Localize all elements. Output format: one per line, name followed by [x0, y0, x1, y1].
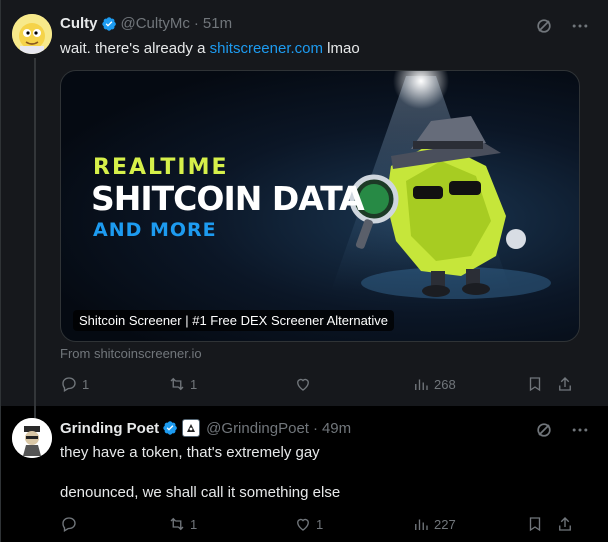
timestamp[interactable]: 49m: [322, 420, 351, 437]
repost-button[interactable]: 1: [168, 515, 294, 533]
share-button[interactable]: [556, 515, 578, 533]
like-button[interactable]: [294, 375, 412, 393]
avatar-culty[interactable]: [12, 14, 52, 54]
author-name[interactable]: Grinding Poet: [60, 420, 159, 437]
avatar-grinding-poet[interactable]: [12, 418, 52, 458]
heart-icon: [297, 518, 309, 531]
share-icon: [559, 517, 571, 531]
like-button[interactable]: 1: [294, 515, 412, 533]
author-name[interactable]: Culty: [60, 15, 98, 32]
card-headline-2: SHITCOIN DATA: [91, 179, 365, 218]
repost-count: 1: [190, 516, 198, 532]
tweet-header: Grinding Poet @GrindingPoet · 49m: [60, 419, 351, 437]
share-button[interactable]: [556, 375, 578, 393]
tweet-text-line-2: denounced, we shall call it something el…: [60, 484, 341, 501]
card-headline-3: AND MORE: [93, 219, 217, 241]
repost-icon: [170, 517, 184, 531]
more-options-icon[interactable]: [570, 420, 590, 440]
views-button[interactable]: 268: [412, 375, 526, 393]
reply-button[interactable]: [60, 515, 168, 533]
action-bar: 1 1 227: [60, 514, 578, 534]
reply-button[interactable]: 1: [60, 375, 168, 393]
view-count: 227: [434, 516, 456, 532]
author-handle[interactable]: @CultyMc: [121, 15, 190, 32]
tweet-text: wait. there's already a shitscreener.com…: [60, 39, 360, 59]
affiliate-badge-icon[interactable]: [182, 419, 201, 437]
bookmark-button[interactable]: [526, 375, 556, 393]
share-icon: [559, 377, 571, 391]
divider: [0, 0, 1, 406]
tweet-text-line-1: they have a token, that's extremely gay: [60, 444, 320, 461]
bookmark-button[interactable]: [526, 515, 556, 533]
link-card[interactable]: REALTIME SHITCOIN DATA AND MORE Shitcoin…: [60, 70, 580, 342]
divider: [0, 406, 1, 542]
view-count: 268: [434, 376, 456, 392]
grok-icon[interactable]: [534, 420, 554, 440]
tweet-text-start: wait. there's already a: [60, 40, 210, 57]
separator-dot: ·: [312, 419, 318, 437]
card-title: Shitcoin Screener | #1 Free DEX Screener…: [73, 310, 395, 331]
repost-button[interactable]: 1: [168, 375, 294, 393]
like-count: 1: [316, 516, 324, 532]
tweet-header: Culty @CultyMc · 51m: [60, 15, 232, 32]
card-source[interactable]: From shitcoinscreener.io: [60, 346, 202, 361]
reply-icon: [62, 377, 76, 392]
tweet-text-end: lmao: [323, 40, 360, 57]
grok-icon[interactable]: [534, 16, 554, 36]
tweet-link[interactable]: shitscreener.com: [210, 40, 323, 57]
verified-badge-icon: [163, 421, 178, 435]
reply-count: 1: [82, 376, 90, 392]
card-headline-1: REALTIME: [93, 155, 229, 180]
verified-badge-icon: [101, 16, 116, 31]
heart-icon: [297, 378, 309, 391]
thread-line: [34, 58, 36, 406]
author-handle[interactable]: @GrindingPoet: [206, 420, 309, 437]
views-icon: [415, 379, 428, 390]
tweet-top-actions: [534, 16, 590, 36]
views-button[interactable]: 227: [412, 515, 526, 533]
reply-icon: [62, 517, 76, 532]
tweet-top-actions: [534, 420, 590, 440]
more-options-icon[interactable]: [570, 16, 590, 36]
bookmark-icon: [529, 377, 541, 392]
repost-count: 1: [190, 376, 198, 392]
tweet-culty[interactable]: Culty @CultyMc · 51m wait. there's alrea…: [0, 0, 608, 406]
bookmark-icon: [529, 517, 541, 532]
separator-dot: ·: [193, 15, 199, 32]
action-bar: 1 1 268: [60, 374, 578, 394]
views-icon: [415, 519, 428, 530]
timestamp[interactable]: 51m: [203, 15, 232, 32]
thread-line: [34, 406, 36, 418]
tweet-grinding-poet[interactable]: Grinding Poet @GrindingPoet · 49m they h…: [0, 406, 608, 542]
repost-icon: [170, 377, 184, 391]
